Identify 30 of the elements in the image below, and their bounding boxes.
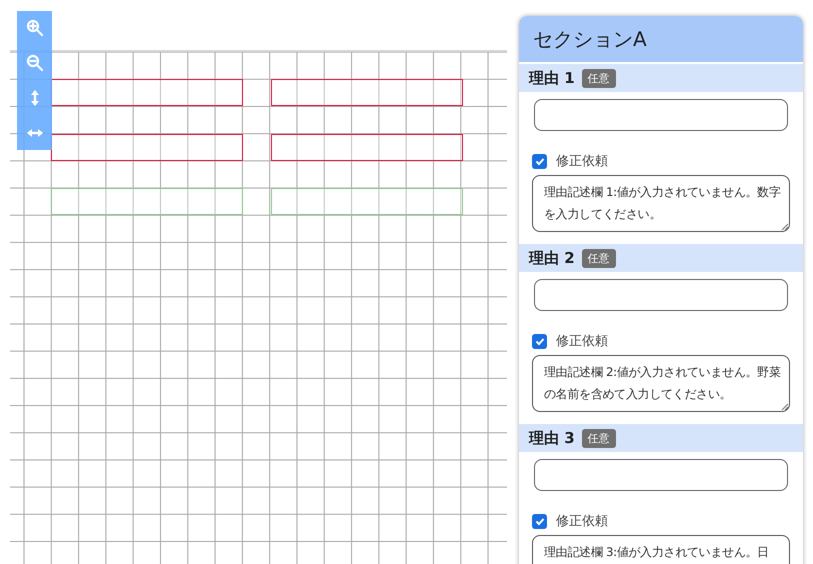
input-field[interactable] [534, 279, 788, 311]
comment-textarea[interactable]: 理由記述欄 3:値が入力されていません。日 [532, 535, 790, 564]
panel-title: セクションA [533, 26, 647, 52]
checkbox-label[interactable]: 修正依頼 [556, 332, 608, 350]
field-box[interactable] [51, 134, 243, 160]
input-field[interactable] [534, 459, 788, 491]
optional-badge: 任意 [582, 248, 616, 268]
optional-badge: 任意 [582, 68, 616, 88]
field-box[interactable] [270, 134, 462, 160]
checkbox[interactable] [532, 334, 547, 348]
field-box[interactable] [270, 79, 462, 106]
check-icon [534, 156, 544, 166]
field-box[interactable] [51, 79, 243, 106]
checkbox-label[interactable]: 修正依頼 [556, 512, 608, 530]
check-icon [534, 516, 544, 526]
reason-label: 理由 3 [529, 428, 575, 448]
field-box[interactable] [51, 188, 243, 215]
reason-label: 理由 2 [529, 248, 575, 268]
comment-textarea[interactable]: 理由記述欄 2:値が入力されていません。野菜の名前を含めて入力してください。 [532, 355, 790, 412]
check-icon [534, 336, 544, 346]
reason-label: 理由 1 [529, 68, 575, 88]
input-field[interactable] [534, 99, 788, 131]
resize-grip-icon[interactable] [781, 403, 788, 410]
resize-grip-icon[interactable] [781, 223, 788, 230]
field-box[interactable] [270, 188, 462, 215]
checkbox[interactable] [532, 514, 547, 528]
optional-badge: 任意 [582, 428, 616, 448]
checkbox-label[interactable]: 修正依頼 [556, 152, 608, 170]
comment-textarea[interactable]: 理由記述欄 1:値が入力されていません。数字を入力してください。 [532, 175, 790, 232]
checkbox[interactable] [532, 154, 547, 168]
